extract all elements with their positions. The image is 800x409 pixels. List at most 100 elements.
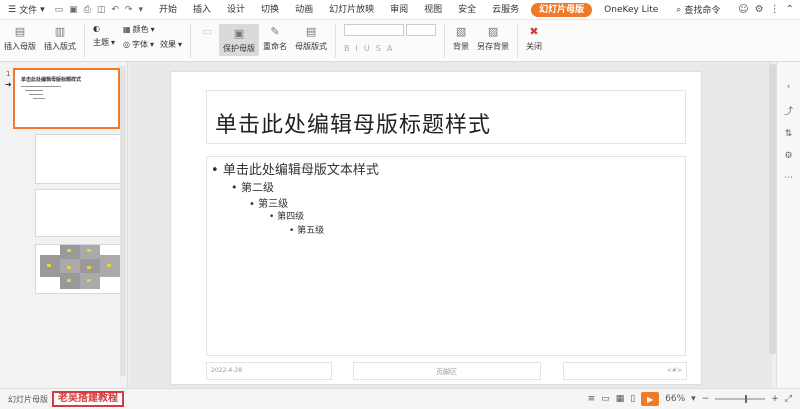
- theme-button[interactable]: ◐: [93, 24, 115, 33]
- search-command[interactable]: ⌕ 查找命令: [676, 3, 721, 17]
- view-mode-label: 幻灯片母版: [8, 394, 48, 404]
- file-menu[interactable]: ☰ 文件 ▾: [8, 3, 45, 17]
- layout-thumbnail-grid[interactable]: [35, 244, 121, 294]
- fit-window-icon[interactable]: ⤢: [785, 394, 792, 404]
- settings-icon[interactable]: ⚙: [784, 151, 792, 161]
- quick-access-chevron-icon[interactable]: ▾: [138, 5, 143, 15]
- zoom-slider[interactable]: [715, 395, 766, 403]
- ribbon-separator: [517, 24, 519, 58]
- tab-7[interactable]: 视图: [416, 0, 450, 20]
- ribbon-separator: [84, 24, 85, 58]
- chevron-down-icon[interactable]: ▾: [691, 394, 696, 404]
- zoom-value: 66%: [665, 394, 686, 404]
- brand-watermark: 老吴搭建教程: [52, 391, 124, 407]
- reading-view-icon[interactable]: ▯: [630, 394, 635, 404]
- more-tools-icon[interactable]: ⋯: [784, 173, 793, 183]
- close-master-button[interactable]: ✖ 关闭: [522, 24, 546, 52]
- close-label: 关闭: [526, 42, 543, 51]
- colors-label: 颜色: [132, 25, 149, 34]
- tab-8[interactable]: 安全: [450, 0, 484, 20]
- insert-master-button[interactable]: ▤ 插入母版: [0, 24, 40, 52]
- underline-icon[interactable]: U: [364, 44, 370, 53]
- feedback-icon[interactable]: ☺: [738, 4, 748, 15]
- body-level-5-text: 第五级: [297, 226, 325, 236]
- save-icon[interactable]: ▣: [69, 5, 78, 15]
- normal-view-icon[interactable]: ▭: [601, 394, 610, 404]
- insert-master-icon: ▤: [14, 24, 26, 38]
- body-level-1: • 单击此处编辑母版文本样式: [211, 163, 379, 178]
- layout-thumbnail[interactable]: [35, 134, 121, 184]
- tab-3[interactable]: 切换: [253, 0, 287, 20]
- share-icon[interactable]: ⤴: [784, 104, 793, 117]
- chevron-down-icon: ▾: [150, 40, 155, 49]
- master-layout-icon: ▤: [305, 24, 317, 38]
- title-placeholder[interactable]: 单击此处编辑母版标题样式: [206, 90, 686, 144]
- font-name-input[interactable]: [344, 24, 405, 36]
- master-thumbnail-title: 单击此处编辑母版标题样式: [21, 77, 82, 83]
- collapse-panel-icon[interactable]: ‹: [787, 82, 791, 92]
- preview-icon[interactable]: ◫: [97, 5, 106, 15]
- tab-6[interactable]: 审阅: [382, 0, 416, 20]
- theme-label: 主题: [93, 38, 109, 47]
- effects-label[interactable]: 效果: [160, 39, 176, 50]
- redo-icon[interactable]: ↷: [125, 5, 133, 15]
- protect-master-button[interactable]: ▣ 保护母版: [219, 24, 260, 56]
- font-size-input[interactable]: [406, 24, 437, 36]
- thumbnail-number: 1: [6, 70, 11, 78]
- tab-10[interactable]: 幻灯片母版: [531, 2, 593, 17]
- tab-9[interactable]: 云服务: [484, 0, 527, 20]
- save-background-label: 另存背景: [477, 42, 510, 51]
- open-icon[interactable]: ▭: [55, 5, 64, 15]
- zoom-in-icon[interactable]: +: [771, 394, 779, 404]
- tab-0[interactable]: 开始: [151, 0, 185, 20]
- gear-icon[interactable]: ⚙: [755, 4, 764, 15]
- collapse-ribbon-icon[interactable]: ⌃: [786, 4, 794, 15]
- zoom-out-icon[interactable]: −: [702, 394, 710, 404]
- print-icon[interactable]: ⎙: [84, 5, 91, 15]
- tab-5[interactable]: 幻灯片放映: [321, 0, 382, 20]
- more-icon[interactable]: ⋮: [770, 4, 780, 15]
- notes-icon[interactable]: ≡: [588, 394, 596, 404]
- thumbnail-scrollbar[interactable]: [120, 66, 126, 376]
- thumbnail-line: [33, 98, 45, 99]
- theme-dropdown[interactable]: 主题 ▾: [93, 37, 115, 48]
- tab-1[interactable]: 插入: [185, 0, 219, 20]
- side-toolbar: ‹ ⤴ ⇅ ⚙ ⋯: [776, 62, 800, 388]
- italic-icon[interactable]: I: [356, 44, 358, 53]
- colors-dropdown[interactable]: ▦ 颜色 ▾: [123, 24, 182, 35]
- rename-icon: ✎: [270, 24, 280, 38]
- protect-master-icon: ▣: [233, 26, 245, 40]
- tab-11[interactable]: OneKey Lite: [596, 0, 666, 20]
- body-level-2: • 第二级: [231, 181, 274, 194]
- footer-placeholder[interactable]: 页脚区: [353, 362, 541, 380]
- fonts-label: 字体: [132, 40, 148, 49]
- layout-thumbnail[interactable]: [35, 189, 121, 237]
- undo-icon[interactable]: ↶: [111, 5, 119, 15]
- save-background-button[interactable]: ▨ 另存背景: [473, 24, 513, 52]
- zoom-slider-knob[interactable]: [745, 395, 748, 403]
- insert-layout-icon: ▥: [54, 24, 66, 38]
- tab-2[interactable]: 设计: [219, 0, 253, 20]
- slide-number-placeholder[interactable]: <#>: [563, 362, 687, 380]
- sorter-view-icon[interactable]: ▦: [616, 394, 625, 404]
- bold-icon[interactable]: B: [344, 44, 350, 53]
- body-placeholder[interactable]: • 单击此处编辑母版文本样式 • 第二级 • 第三级 • 第四级 • 第五级: [206, 156, 686, 356]
- tab-4[interactable]: 动画: [287, 0, 321, 20]
- master-thumbnail[interactable]: 单击此处编辑母版标题样式: [13, 68, 120, 129]
- slide-master[interactable]: 单击此处编辑母版标题样式 • 单击此处编辑母版文本样式 • 第二级 • 第三级 …: [171, 72, 701, 384]
- insert-layout-button[interactable]: ▥ 插入版式: [40, 24, 80, 52]
- date-placeholder[interactable]: 2022-4-28: [206, 362, 332, 380]
- master-layout-button[interactable]: ▤ 母版版式: [291, 24, 331, 52]
- ribbon-separator: [335, 24, 337, 58]
- slide-thumbnail-panel: 1 ➜ 单击此处编辑母版标题样式: [0, 62, 128, 388]
- font-color-icon[interactable]: A: [387, 44, 392, 53]
- strikethrough-icon[interactable]: S: [376, 44, 381, 53]
- background-button[interactable]: ▧ 背景: [449, 24, 473, 52]
- adjust-icon[interactable]: ⇅: [785, 129, 793, 139]
- fonts-dropdown[interactable]: ◎ 字体 ▾ 效果 ▾: [123, 39, 182, 50]
- search-command-label: 查找命令: [684, 6, 721, 16]
- close-icon: ✖: [529, 24, 539, 38]
- rename-button[interactable]: ✎ 重命名: [259, 24, 291, 52]
- play-slideshow-button[interactable]: ▶: [641, 392, 660, 406]
- search-icon: ⌕: [676, 4, 682, 15]
